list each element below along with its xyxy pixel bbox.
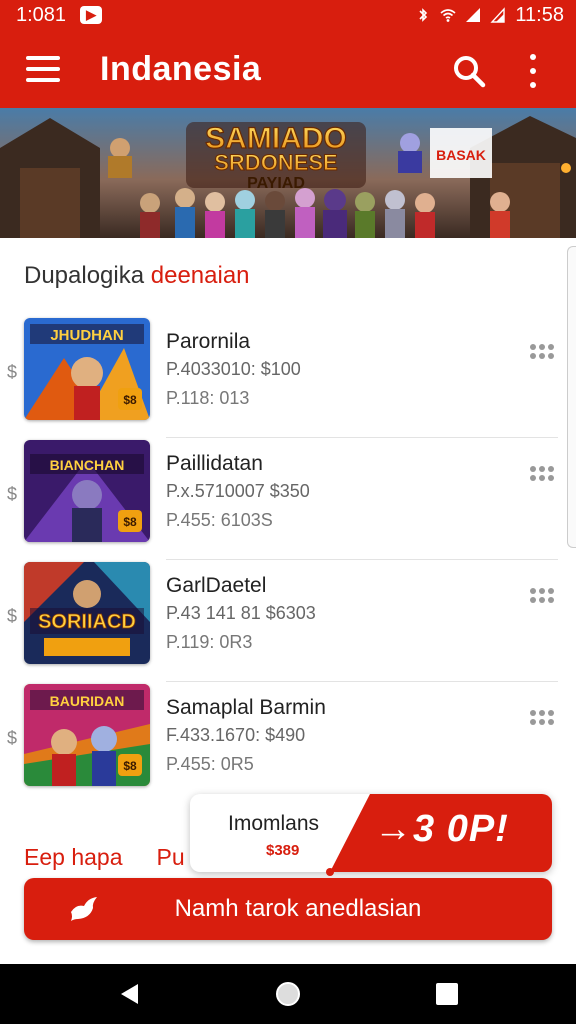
item-meta: P.455: 0R5 — [166, 754, 254, 774]
game-thumbnail: SORIIACD — [24, 562, 150, 664]
link-secondary[interactable]: Pu — [156, 844, 184, 871]
thumbnail-title: BIANCHAN — [50, 457, 125, 473]
link-primary[interactable]: Eep hapa — [24, 844, 122, 871]
item-meta: P.119: 0R3 — [166, 632, 253, 652]
list-item[interactable]: $ BIANCHAN $8 Paillidatan P.x.5710007 $3… — [7, 440, 558, 560]
promo-card[interactable]: Imomlans $389 →3 0P! — [190, 794, 552, 872]
back-icon[interactable] — [118, 982, 142, 1006]
home-icon[interactable] — [276, 982, 300, 1006]
item-options-icon[interactable] — [530, 588, 554, 603]
thumbnail-title: SORIIACD — [38, 611, 136, 633]
thumbnail-badge: $8 — [123, 759, 137, 773]
banner-title-line3: PAYIAD — [247, 175, 305, 192]
system-nav-bar — [0, 964, 576, 1024]
item-options-icon[interactable] — [530, 466, 554, 481]
section-title-accent: deenaian — [150, 262, 250, 289]
item-price: P.43 141 81 $6303 — [166, 603, 316, 623]
primary-action-button[interactable]: Namh tarok anedlasian — [24, 878, 552, 940]
item-title: GarlDaetel — [166, 574, 267, 597]
divider — [166, 681, 558, 682]
section-title-main: Dupalogika — [24, 262, 145, 289]
item-price: F.433.1670: $490 — [166, 725, 306, 745]
item-price: P.x.5710007 $350 — [166, 481, 310, 501]
app-title: Indanesia — [100, 49, 262, 88]
item-meta: P.118: 013 — [166, 388, 250, 408]
currency-mark: $ — [7, 484, 18, 504]
item-price: P.4033010: $100 — [166, 359, 301, 379]
status-time-right: 11:58 — [515, 3, 564, 26]
currency-mark: $ — [7, 362, 18, 382]
item-options-icon[interactable] — [530, 344, 554, 359]
bluetooth-icon — [419, 8, 428, 22]
promo-price: $389 — [266, 842, 300, 859]
promo-indicator-dot — [326, 868, 334, 876]
currency-mark: $ — [7, 606, 18, 626]
status-icons: 11:58 — [415, 4, 564, 27]
thumbnail-title: JHUDHAN — [50, 327, 123, 344]
item-meta: P.455: 6103S — [166, 510, 273, 530]
promo-label: Imomlans — [228, 812, 320, 835]
overflow-menu-icon[interactable] — [522, 54, 544, 88]
promo-banner[interactable]: SAMIADO SRDONESE PAYIAD BASAK — [0, 108, 576, 238]
game-thumbnail: BIANCHAN $8 — [24, 440, 150, 542]
thumbnail-badge: $8 — [123, 515, 137, 529]
main-content: Dupalogika deenaian $ JHUDHAN $8 Parorni… — [0, 238, 576, 964]
item-options-icon[interactable] — [530, 710, 554, 725]
notification-icon: ▶ — [80, 6, 103, 24]
thumbnail-badge: $8 — [123, 393, 137, 407]
wifi-icon — [440, 9, 456, 22]
currency-mark: $ — [7, 728, 18, 748]
game-thumbnail: JHUDHAN $8 — [24, 318, 150, 420]
search-icon[interactable] — [452, 54, 486, 88]
bottom-links: Eep hapa Pu — [24, 844, 185, 871]
battery-icon — [490, 7, 506, 23]
list-item[interactable]: $ BAURIDAN $8 Samaplal Barmin F.433.1670… — [7, 684, 558, 804]
status-bar: 1:081 ▶ 11:58 — [0, 0, 576, 30]
signal-icon — [466, 8, 481, 22]
banner-artwork: SAMIADO SRDONESE PAYIAD BASAK — [0, 108, 576, 238]
banner-title-line2: SRDONESE — [214, 150, 337, 175]
scrollbar[interactable] — [567, 246, 576, 548]
item-title: Parornila — [166, 330, 251, 353]
recents-icon[interactable] — [436, 983, 458, 1005]
app-bar: Indanesia — [0, 30, 576, 108]
section-title: Dupalogika deenaian — [24, 262, 250, 290]
list-item[interactable]: $ SORIIACD GarlDaetel P.43 141 81 $6303 … — [7, 562, 558, 682]
status-time-left: 1:081 — [16, 3, 67, 26]
item-title: Samaplal Barmin — [166, 696, 326, 719]
promo-cta[interactable]: →3 0P! — [374, 808, 509, 851]
primary-action-label: Namh tarok anedlasian — [174, 895, 422, 922]
game-thumbnail: BAURIDAN $8 — [24, 684, 150, 786]
divider — [166, 437, 558, 438]
list-item[interactable]: $ JHUDHAN $8 Parornila P.4033010: $100 P… — [7, 318, 558, 438]
banner-side-text: BASAK — [436, 147, 486, 163]
hamburger-menu-icon[interactable] — [26, 56, 60, 82]
divider — [166, 559, 558, 560]
thumbnail-title: BAURIDAN — [50, 693, 125, 709]
item-title: Paillidatan — [166, 452, 263, 475]
